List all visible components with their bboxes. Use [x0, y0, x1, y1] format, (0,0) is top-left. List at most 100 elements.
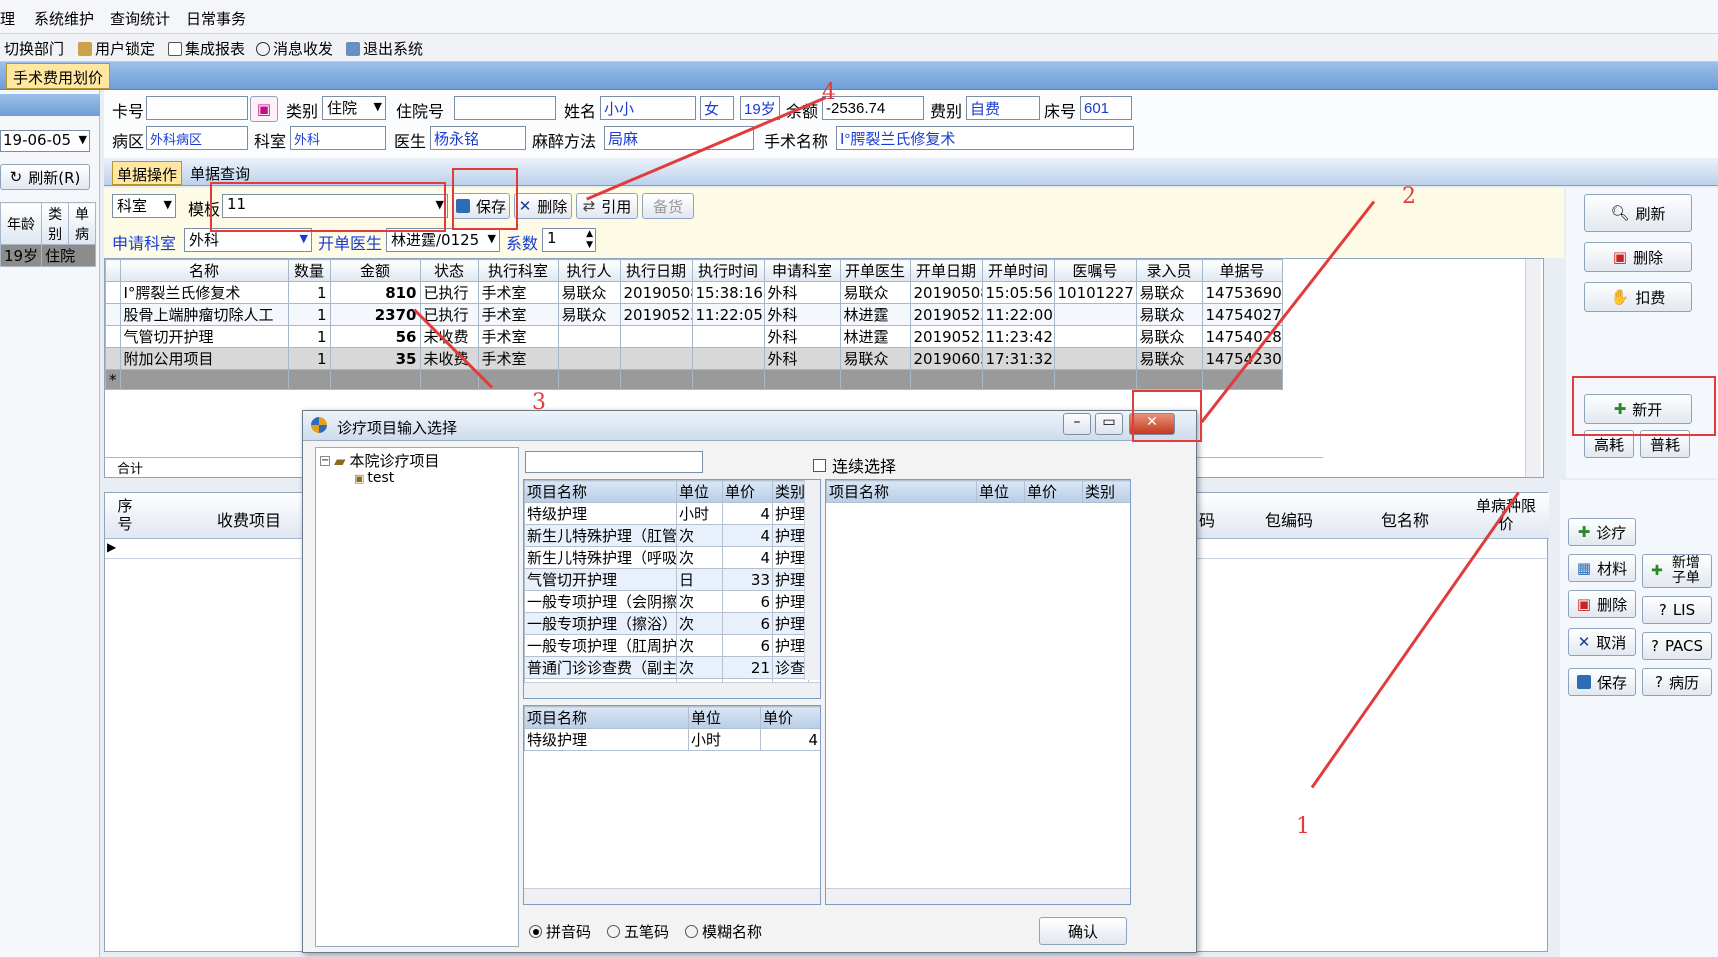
lis-button[interactable]: ? LIS [1642, 596, 1712, 624]
annotation-number-2: 2 [1402, 184, 1416, 209]
main-grid-vscroll[interactable] [1525, 259, 1541, 477]
search-input[interactable] [525, 451, 703, 473]
bill-doctor-label: 开单医生 [318, 234, 383, 253]
name-field[interactable] [600, 96, 696, 120]
inpatient-input[interactable] [454, 96, 556, 120]
card-input[interactable] [146, 96, 248, 120]
continuous-select-checkbox[interactable]: 连续选择 [813, 453, 896, 477]
sex-field[interactable] [700, 96, 734, 120]
cancel-button[interactable]: ✕ 取消 [1568, 628, 1636, 656]
delete-button[interactable]: ✕ 删除 [514, 193, 572, 219]
stock-button[interactable]: 备货 [642, 193, 694, 219]
maximize-button[interactable]: ▭ [1095, 413, 1123, 435]
selected-items-list: 项目名称 单位 单价 类别 [825, 479, 1131, 905]
scope-select[interactable]: 科室 ▼ [112, 194, 176, 218]
cell: 易联众 [1135, 325, 1203, 348]
menu-item-daily[interactable]: 日常事务 [186, 8, 246, 29]
row-indicator [105, 281, 121, 304]
doctor-field[interactable] [430, 126, 526, 150]
age-field[interactable] [740, 96, 780, 120]
list-cell: 次 [676, 524, 723, 547]
refresh-button[interactable]: 🔍︎ 刷新 [1584, 194, 1692, 232]
messages-button[interactable]: 消息收发 [256, 38, 333, 59]
delete-record-button[interactable]: ▣ 删除 [1584, 242, 1692, 272]
list-cell: 6 [722, 612, 773, 635]
detail-hscroll[interactable] [524, 888, 820, 904]
cell: 气管切开护理 [119, 325, 289, 348]
inpatient-label: 住院号 [396, 102, 445, 121]
diagnosis-button[interactable]: ✚ 诊疗 [1568, 518, 1636, 546]
add-sub-bill-button[interactable]: ✚ 新增子单 [1642, 554, 1712, 588]
tab-surgery-fee[interactable]: 手术费用划价 [6, 63, 111, 89]
selected-hscroll[interactable] [826, 888, 1130, 904]
menu-bar: 理 系统维护 查询统计 日常事务 [0, 0, 1718, 34]
tree-root[interactable]: − ▰ 本院诊疗项目 [320, 450, 440, 471]
magnifier-icon: 🔍︎ [1610, 204, 1630, 222]
patient-row[interactable]: 19岁 住院 [0, 244, 96, 267]
folder-icon: ▣ [354, 471, 365, 485]
menu-item-query[interactable]: 查询统计 [110, 8, 170, 29]
detail-cell: 小时 [688, 728, 761, 751]
switch-dept-button[interactable]: 切换部门 [4, 38, 64, 59]
menu-item-0[interactable]: 理 [0, 8, 15, 29]
list-item[interactable]: 气管切开护理日 33 护理 [524, 568, 809, 591]
delete-item-button[interactable]: ▣ 删除 [1568, 590, 1636, 618]
selected-col-1: 单位 [976, 480, 1025, 503]
cell: 外科 [763, 303, 841, 326]
list-cell: 次 [676, 612, 723, 635]
coefficient-spinner[interactable]: 1 ▲ ▼ [542, 228, 596, 252]
radio-fuzzy[interactable]: 模糊名称 [685, 921, 762, 942]
col-disease-price-limit: 单病种限价 [1475, 497, 1536, 533]
table-row[interactable]: Ⅰ°腭裂兰氏修复术1810已执行手术室易联众2019050815:38:16外科… [105, 281, 1283, 304]
medical-record-button[interactable]: ? 病历 [1642, 668, 1712, 696]
bed-field[interactable] [1080, 96, 1132, 120]
exit-button[interactable]: 退出系统 [346, 38, 423, 59]
refresh-left-button[interactable]: ↻ 刷新(R) [0, 164, 90, 190]
list-item[interactable]: 一般专项护理（肛周护次 6 护理 [524, 634, 809, 657]
minimize-button[interactable]: – [1063, 413, 1091, 435]
list-hscroll[interactable] [524, 682, 820, 698]
tab-bill-query[interactable]: 单据查询 [190, 163, 250, 184]
col-type: 类别 [41, 202, 70, 245]
radio-wubi[interactable]: 五笔码 [607, 921, 669, 942]
material-button[interactable]: ▦ 材料 [1568, 554, 1636, 582]
date-select[interactable]: 19-06-05 ▼ [0, 130, 90, 152]
surgery-name-field[interactable] [836, 126, 1134, 150]
menu-item-system[interactable]: 系统维护 [34, 8, 94, 29]
list-item[interactable]: 一般专项护理（擦浴）次 6 护理 [524, 612, 809, 635]
detail-table: 项目名称 单位 单价 特级护理 小时 4 [524, 706, 820, 751]
save-item-button[interactable]: 保存 [1568, 668, 1636, 696]
list-item[interactable]: 特级护理 小时 4 护理 [524, 502, 809, 525]
cell: 17:31:32 [981, 347, 1055, 370]
reports-button[interactable]: 集成报表 [168, 38, 245, 59]
list-item[interactable]: 新生儿特殊护理（肛管次 4 护理 [524, 524, 809, 547]
tree-child[interactable]: ▣ test [354, 470, 394, 486]
new-row[interactable]: * [105, 369, 1283, 390]
detail-row[interactable]: 特级护理 小时 4 [524, 728, 820, 751]
list-item[interactable]: 普通门诊诊查费（副主次 21 诊查 [524, 656, 809, 679]
type-select[interactable]: 住院 ▼ [322, 96, 386, 120]
radio-pinyin[interactable]: 拼音码 [529, 921, 591, 942]
main-grid-col-4: 执行科室 [477, 259, 559, 282]
dept-field[interactable] [290, 126, 386, 150]
deduct-button[interactable]: ✋ 扣费 [1584, 282, 1692, 312]
detail-col-1: 单位 [688, 706, 761, 729]
balance-field[interactable] [822, 96, 924, 120]
ward-field[interactable] [146, 126, 248, 150]
table-row[interactable]: 股骨上端肿瘤切除人工12370已执行手术室易联众2019052311:22:05… [105, 303, 1283, 326]
main-grid-col-13: 录入员 [1135, 259, 1203, 282]
card-read-button[interactable]: ▣ [250, 96, 278, 122]
user-lock-button[interactable]: 用户锁定 [78, 38, 155, 59]
list-item[interactable]: 一般专项护理（会阴擦次 6 护理 [524, 590, 809, 613]
table-row[interactable]: 附加公用项目135未收费手术室外科易联众2019060517:31:32易联众1… [105, 347, 1283, 370]
list-col-2: 单价 [722, 480, 773, 503]
fee-type-field[interactable] [966, 96, 1040, 120]
table-row[interactable]: 气管切开护理156未收费手术室外科林进霆2019052311:23:42易联众1… [105, 325, 1283, 348]
confirm-button[interactable]: 确认 [1039, 917, 1127, 945]
tab-bill-operation[interactable]: 单据操作 [112, 161, 183, 185]
list-item[interactable]: 新生儿特殊护理（呼吸次 4 护理 [524, 546, 809, 569]
pacs-button[interactable]: ? PACS [1642, 632, 1712, 660]
dialog-title: 诊疗项目输入选择 [337, 419, 458, 437]
list-cell: 4 [722, 502, 773, 525]
list-vscroll[interactable] [804, 480, 820, 680]
